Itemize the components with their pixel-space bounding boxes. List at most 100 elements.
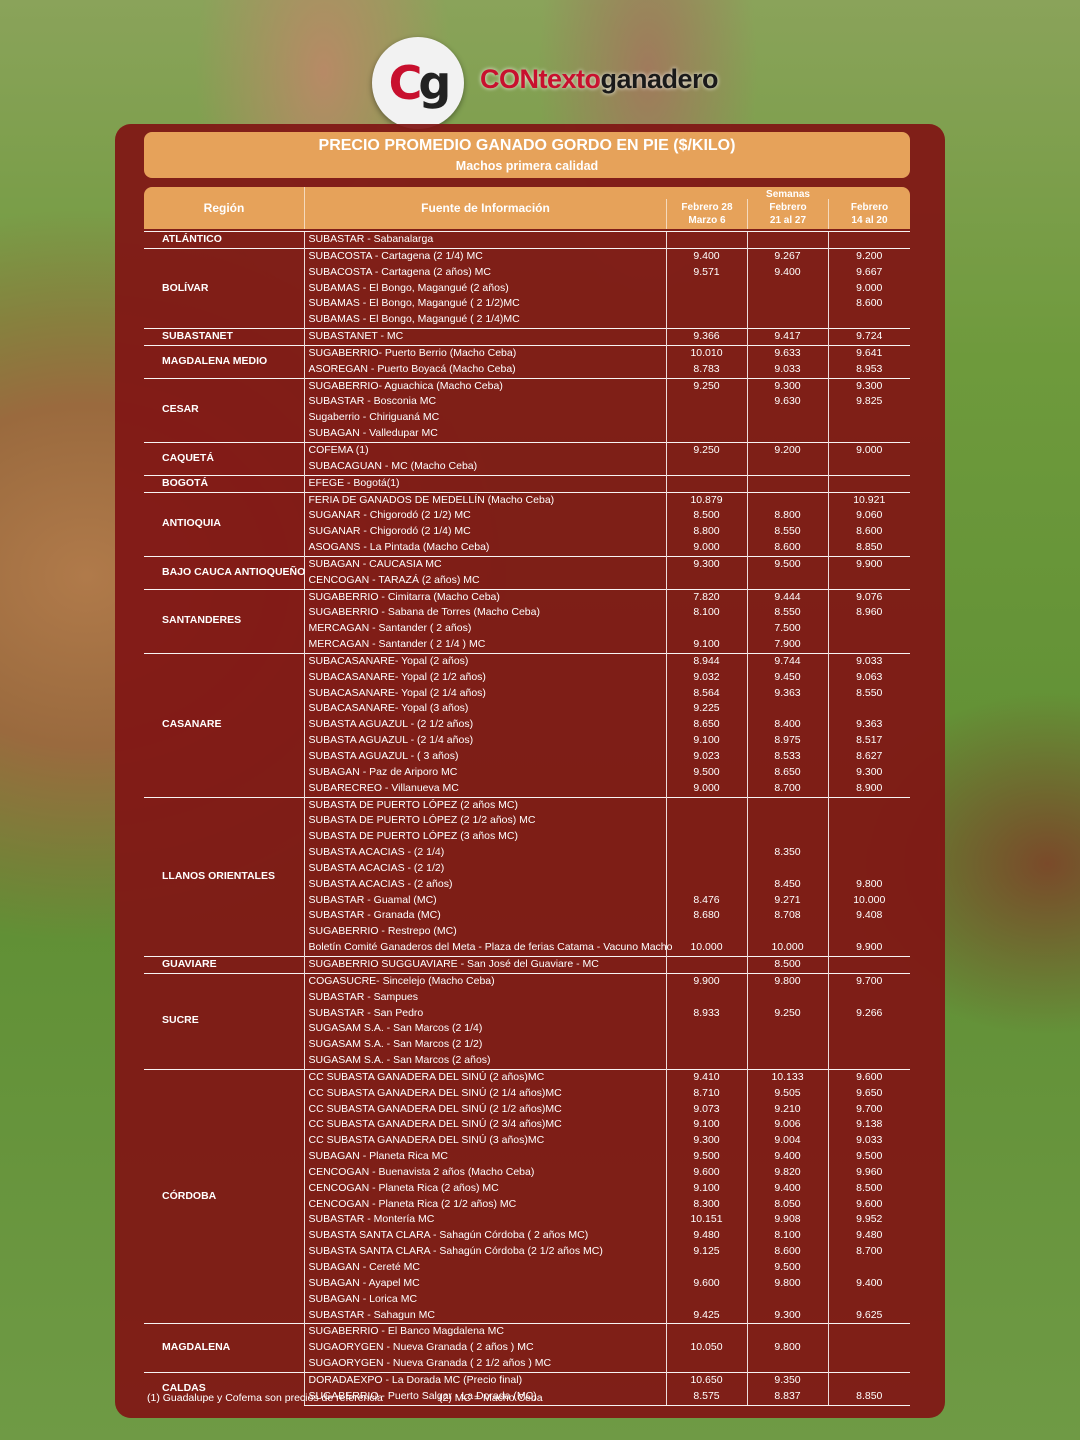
price-cell: 9.006 <box>746 1117 828 1134</box>
price-cell: 9.100 <box>665 733 747 749</box>
source-cell: SUGABERRIO- Aguachica (Macho Ceba) <box>303 377 666 395</box>
price-cell <box>827 1021 910 1038</box>
price-cell: 9.300 <box>746 377 828 395</box>
price-cell <box>827 474 910 492</box>
price-cell: 9.363 <box>827 717 910 734</box>
price-cell: 10.133 <box>746 1068 828 1086</box>
price-cell: 9.417 <box>746 328 828 346</box>
source-cell: SUBASTA ACACIAS - (2 años) <box>303 876 666 893</box>
price-cell: 9.250 <box>665 441 747 459</box>
price-cell: 7.500 <box>746 621 828 638</box>
price-cell <box>665 989 747 1006</box>
logo-letter-c: C <box>388 56 423 110</box>
source-cell: SUBASTA DE PUERTO LÓPEZ (2 años MC) <box>303 796 666 814</box>
price-cell: 9.600 <box>665 1275 747 1292</box>
price-cell <box>746 1037 828 1054</box>
region-cell: SANTANDERES <box>144 588 304 654</box>
column-header-fuente: Fuente de Información <box>304 187 666 229</box>
table-row: LLANOS ORIENTALES SUBASTA DE PUERTO LÓPEZ… <box>144 796 910 957</box>
price-cell <box>746 1323 828 1341</box>
price-cell <box>746 296 828 313</box>
source-cell: SUBAMAS - El Bongo, Magangué ( 2 1/2)MC <box>303 296 666 313</box>
price-cell <box>665 1053 747 1070</box>
source-cell: SUBASTAR - Montería MC <box>303 1212 666 1229</box>
price-cell <box>746 572 828 590</box>
brand-suffix: ganadero <box>600 64 719 94</box>
source-cell: COFEMA (1) <box>303 441 666 459</box>
source-cell: FERIA DE GANADOS DE MEDELLÍN (Macho Ceba… <box>303 491 666 509</box>
price-cell: 10.000 <box>665 940 747 957</box>
price-cell <box>746 860 828 877</box>
region-cell: MAGDALENA MEDIO <box>144 344 304 379</box>
region-cell: SUBASTANET <box>144 328 304 346</box>
price-cell: 9.073 <box>665 1101 747 1118</box>
price-cell: 10.879 <box>665 491 747 509</box>
source-cell: SUGABERRIO SUGGUAVIARE - San José del Gu… <box>303 955 666 974</box>
price-cell: 8.400 <box>746 717 828 734</box>
price-cell <box>827 701 910 718</box>
price-cell: 10.050 <box>665 1340 747 1357</box>
price-cell: 8.933 <box>665 1005 747 1022</box>
price-cell <box>746 813 828 830</box>
source-cell: SUBAGAN - Ayapel MC <box>303 1275 666 1292</box>
price-table-body: ATLÁNTICO SUBASTAR - Sabanalarga BOLÍVAR SU… <box>144 231 910 1406</box>
table-row: SUCRE COGASUCRE- Sincelejo (Macho Ceba) 9.… <box>144 972 910 1070</box>
price-cell <box>746 410 828 427</box>
table-row: CASANARE SUBACASANARE- Yopal (2 años) 8.94… <box>144 652 910 798</box>
price-cell: 9.633 <box>746 344 828 362</box>
price-cell <box>746 231 828 249</box>
price-cell <box>665 1291 747 1308</box>
region-cell: BAJO CAUCA ANTIOQUEÑO <box>144 555 305 590</box>
source-cell: SUBAGAN - Valledupar MC <box>303 426 666 443</box>
price-cell: 8.050 <box>746 1196 828 1213</box>
region-cell: CAQUETÁ <box>144 441 304 476</box>
region-cell: MAGDALENA <box>144 1323 304 1373</box>
table-row: ANTIOQUIA FERIA DE GANADOS DE MEDELLÍN (M… <box>144 491 910 557</box>
price-cell: 9.138 <box>827 1117 910 1134</box>
price-cell <box>746 1053 828 1070</box>
price-cell: 8.650 <box>665 717 747 734</box>
source-cell: Sugaberrio - Chiriguaná MC <box>303 410 666 427</box>
price-cell <box>827 1037 910 1054</box>
price-cell: 8.600 <box>827 524 910 541</box>
source-cell: CENCOGAN - TARAZÁ (2 años) MC <box>303 572 666 590</box>
region-cell: LLANOS ORIENTALES <box>144 796 304 957</box>
region-cell: BOGOTÁ <box>144 474 304 492</box>
table-row: SANTANDERES SUGABERRIO - Cimitarra (Macho… <box>144 588 910 654</box>
price-cell <box>665 1037 747 1054</box>
price-cell <box>827 924 910 941</box>
table-row: CÓRDOBA CC SUBASTA GANADERA DEL SINÚ (2 a… <box>144 1068 910 1324</box>
source-cell: SUBASTA ACACIAS - (2 1/2) <box>303 860 666 877</box>
price-cell <box>665 572 747 590</box>
price-cell <box>827 796 910 814</box>
price-cell <box>665 296 747 313</box>
source-cell: ASOGANS - La Pintada (Macho Ceba) <box>303 540 666 557</box>
price-cell <box>746 458 828 476</box>
price-cell <box>665 813 747 830</box>
price-cell <box>746 426 828 443</box>
price-cell <box>746 312 828 329</box>
source-cell: CENCOGAN - Planeta Rica (2 años) MC <box>303 1180 666 1197</box>
price-cell <box>827 458 910 476</box>
price-panel: PRECIO PROMEDIO GANADO GORDO EN PIE ($/K… <box>115 124 945 1418</box>
price-cell: 9.250 <box>746 1005 828 1022</box>
price-cell: 8.600 <box>746 1244 828 1260</box>
price-cell <box>665 426 747 443</box>
title-bar: PRECIO PROMEDIO GANADO GORDO EN PIE ($/K… <box>144 132 910 178</box>
price-cell <box>665 1260 747 1276</box>
price-cell <box>665 1323 747 1341</box>
price-cell: 9.450 <box>746 669 828 686</box>
source-cell: SUGABERRIO - Sabana de Torres (Macho Ceb… <box>303 605 666 622</box>
table-row: BOGOTÁ EFEGE - Bogotá(1) <box>144 474 910 492</box>
price-cell <box>827 955 910 974</box>
source-cell: SUBARECREO - Villanueva MC <box>303 780 666 798</box>
price-cell: 9.033 <box>827 652 910 670</box>
source-cell: CC SUBASTA GANADERA DEL SINÚ (2 3/4 años… <box>303 1117 666 1134</box>
price-cell: 9.500 <box>746 555 828 573</box>
price-cell: 9.820 <box>746 1164 828 1181</box>
price-cell: 8.960 <box>827 605 910 622</box>
table-row: ATLÁNTICO SUBASTAR - Sabanalarga <box>144 231 910 249</box>
price-cell: 8.944 <box>665 652 747 670</box>
price-cell: 9.033 <box>827 1133 910 1150</box>
footnote-1: (1) Guadalupe y Cofema son precios de re… <box>147 1392 383 1404</box>
